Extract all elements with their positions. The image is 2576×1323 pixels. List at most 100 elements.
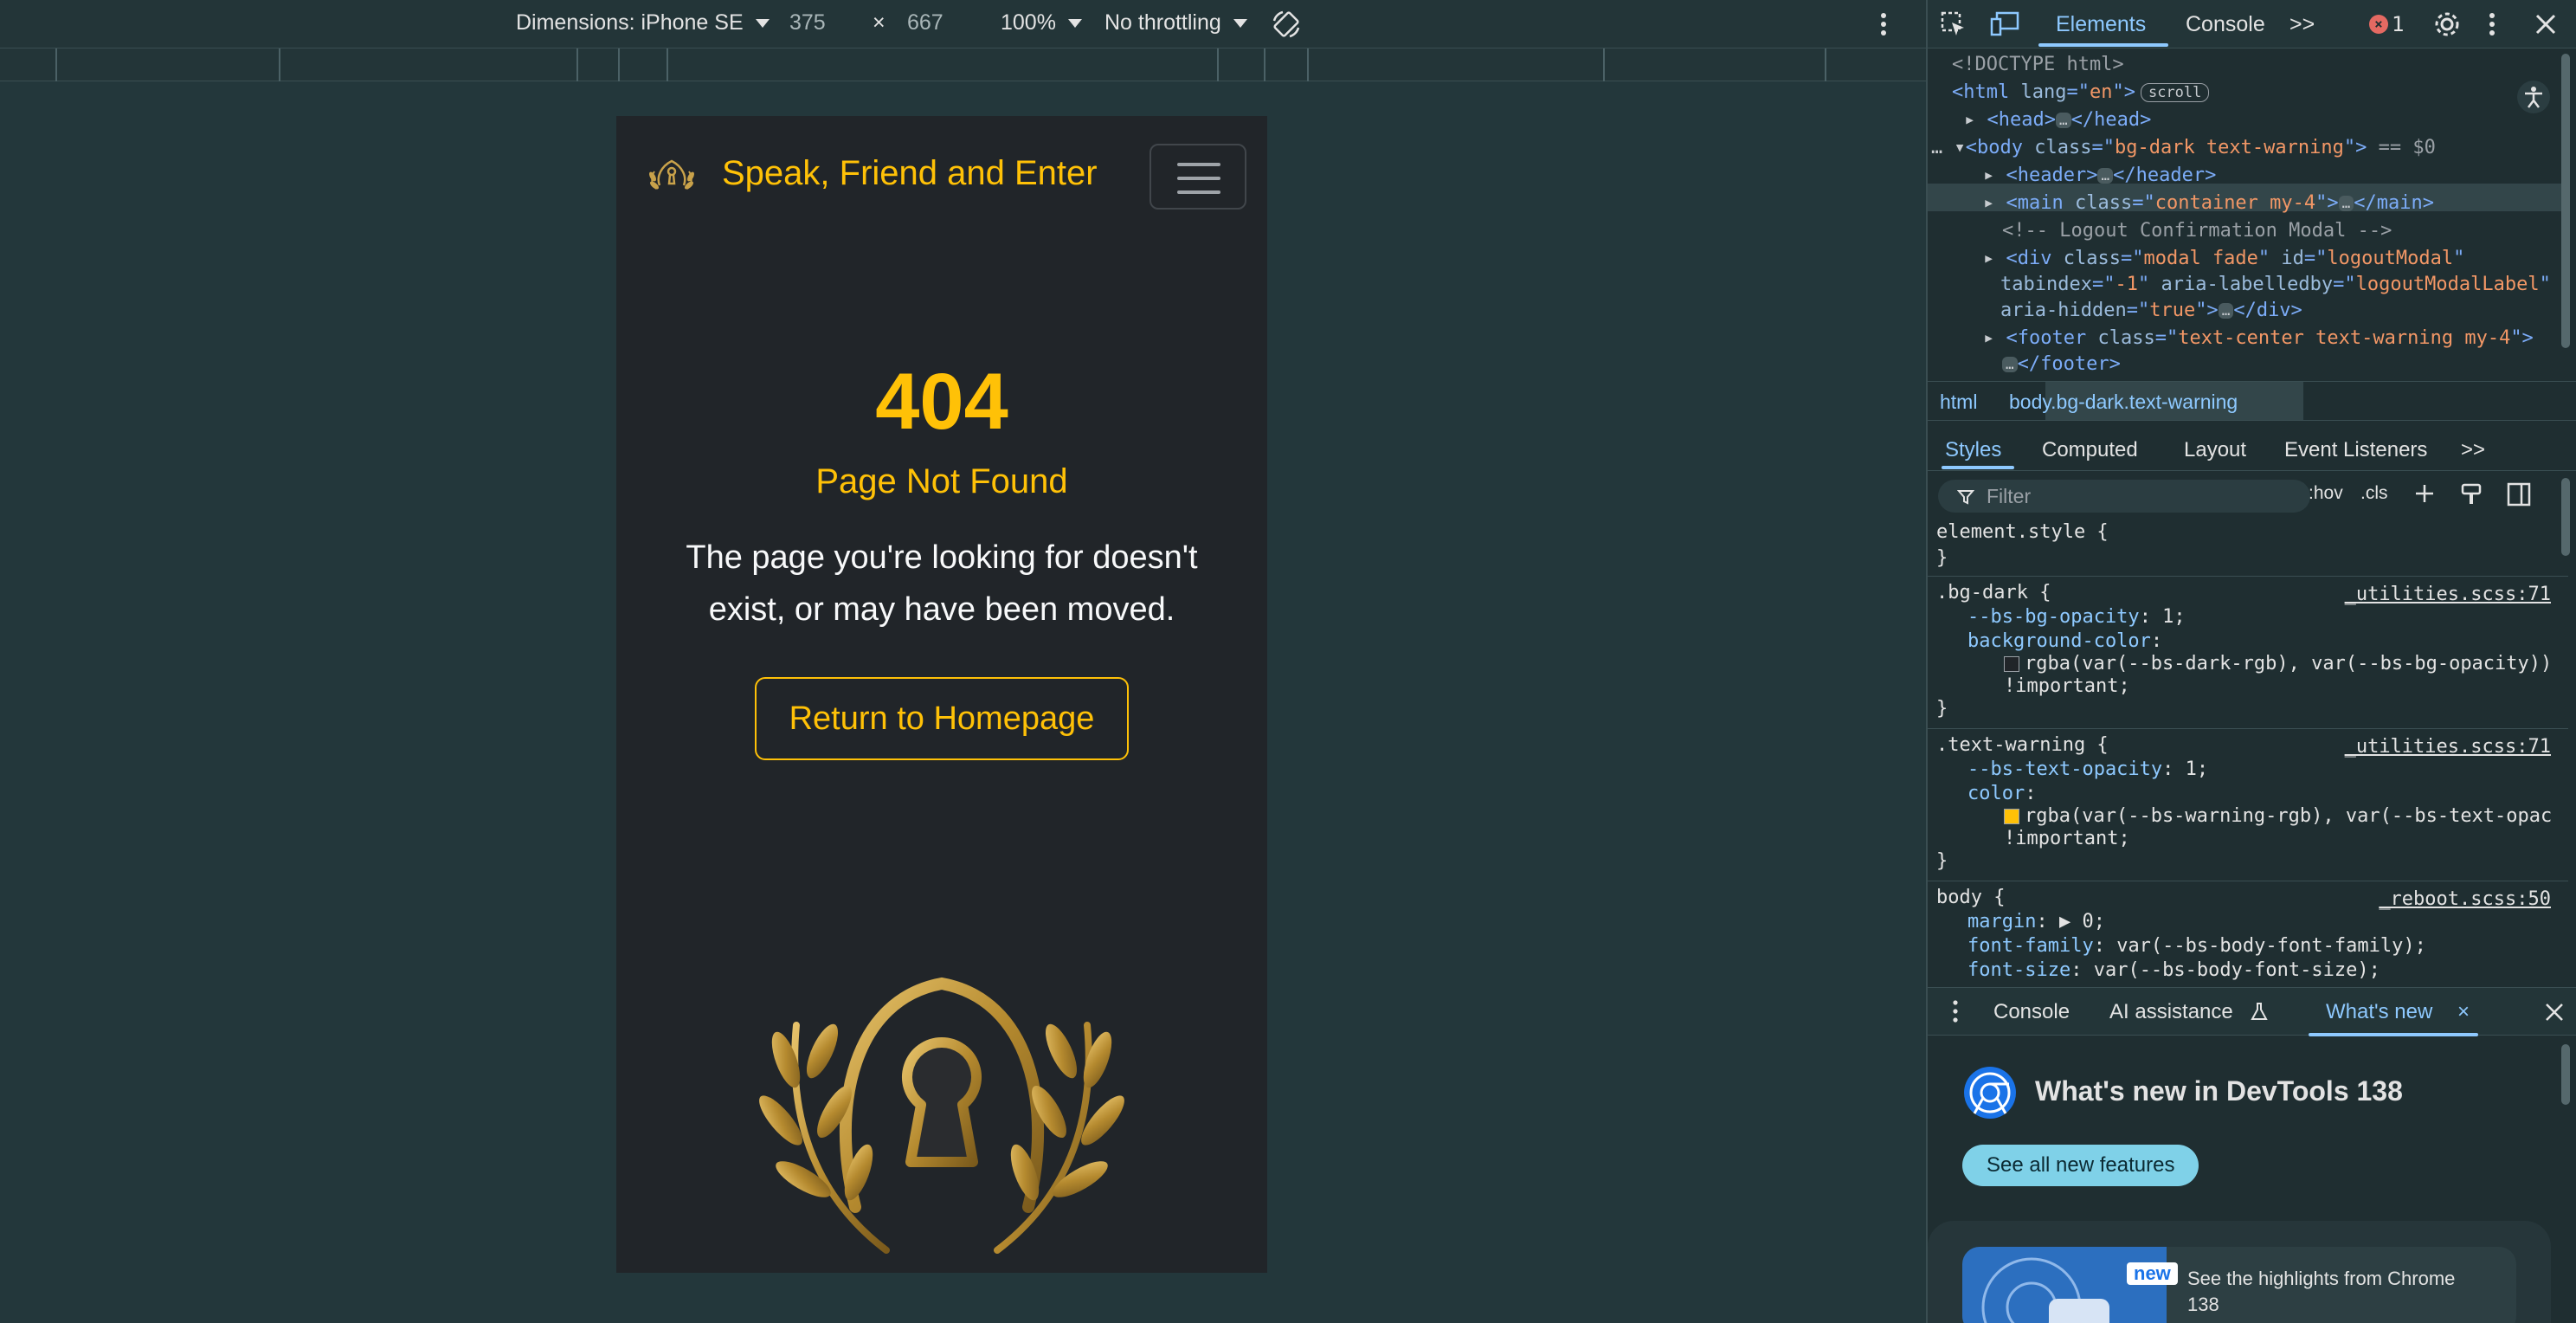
hamburger-bar: [1177, 177, 1220, 180]
breadcrumb-body[interactable]: body.bg-dark.text-warning: [2009, 390, 2238, 414]
highlights-text: See the highlights from Chrome 138: [2187, 1268, 2456, 1315]
attr-name: class: [2086, 327, 2155, 349]
dom-line-main[interactable]: ▸ <main class="container my-4">… </main>: [1983, 192, 2434, 214]
see-all-features-button[interactable]: See all new features: [1962, 1145, 2199, 1186]
error-message: The page you're looking for doesn't exis…: [686, 539, 1198, 628]
tab-console[interactable]: Console: [2186, 12, 2265, 37]
accessibility-icon[interactable]: [2516, 80, 2551, 114]
dom-line-comment[interactable]: <!-- Logout Confirmation Modal -->: [2002, 220, 2392, 242]
tag-text: </main>: [2354, 192, 2435, 214]
css-property[interactable]: color:: [1967, 783, 2036, 804]
property-name: --bs-text-opacity: [1967, 758, 2163, 780]
chevron-down-icon: [1067, 18, 1082, 28]
more-vertical-icon[interactable]: [1877, 10, 1890, 38]
more-tabs-button[interactable]: >>: [2289, 12, 2315, 37]
color-swatch[interactable]: [2004, 809, 2019, 824]
rule-source-link[interactable]: _utilities.scss:71: [2345, 584, 2551, 605]
drawer-tab-console[interactable]: Console: [1993, 1000, 2070, 1024]
comment-text: <!-- Logout Confirmation Modal -->: [2002, 220, 2392, 242]
drawer-tab-ai-assistance[interactable]: AI assistance: [2109, 1000, 2233, 1024]
css-property-value-line: rgba(var(--bs-warning-rgb), var(--bs-tex…: [2004, 805, 2552, 827]
close-drawer-icon[interactable]: [2544, 1002, 2565, 1023]
styles-filter-input[interactable]: Filter: [1938, 480, 2310, 513]
dom-line-header[interactable]: ▸ <header>… </header>: [1983, 165, 2216, 186]
color-swatch[interactable]: [2004, 656, 2019, 672]
collapsed-ellipsis-icon[interactable]: …: [2055, 113, 2071, 128]
dom-line-html[interactable]: <html lang="en"> scroll: [1952, 81, 2210, 103]
width-input[interactable]: 375: [789, 10, 826, 35]
brand-name[interactable]: Speak, Friend and Enter: [722, 154, 1098, 193]
zoom-label: 100%: [1001, 10, 1056, 35]
more-subtabs-button[interactable]: >>: [2461, 438, 2485, 462]
dom-line-modal-div[interactable]: ▸ <div class="modal fade" id="logoutModa…: [1983, 248, 2464, 269]
css-property[interactable]: font-size: var(--bs-body-font-size);: [1967, 959, 2380, 981]
dom-scrollbar[interactable]: [2561, 54, 2570, 348]
paint-brush-icon[interactable]: [2459, 481, 2485, 507]
more-vertical-icon[interactable]: [2485, 10, 2499, 38]
tab-elements[interactable]: Elements: [2056, 12, 2146, 37]
zoom-dropdown[interactable]: 100%: [1001, 10, 1082, 35]
scroll-badge[interactable]: scroll: [2140, 83, 2210, 102]
collapsed-ellipsis-icon[interactable]: …: [2002, 357, 2018, 372]
rotate-icon[interactable]: [1271, 9, 1302, 40]
styles-subtabs: Styles Computed Layout Event Listeners >…: [1928, 428, 2576, 471]
css-property[interactable]: background-color:: [1967, 630, 2162, 652]
add-rule-icon[interactable]: [2412, 481, 2438, 507]
rule-source-link[interactable]: _reboot.scss:50: [2379, 888, 2551, 910]
subtab-active-indicator: [1942, 466, 2014, 469]
tag-text: ">: [2112, 81, 2135, 103]
property-value: :: [2025, 783, 2037, 804]
close-whats-new-tab-icon[interactable]: ×: [2457, 1000, 2470, 1024]
css-property[interactable]: font-family: var(--bs-body-font-family);: [1967, 935, 2426, 957]
tab-styles[interactable]: Styles: [1945, 438, 2001, 462]
rule-selector[interactable]: body {: [1936, 887, 2005, 908]
important-flag: !important;: [2004, 675, 2130, 697]
dimensions-dropdown[interactable]: Dimensions: iPhone SE: [516, 10, 770, 35]
tag-text: <div: [2006, 248, 2052, 269]
device-toggle-icon[interactable]: [1990, 10, 2021, 38]
collapsed-ellipsis-icon[interactable]: …: [2338, 196, 2354, 211]
rule-source-link[interactable]: _utilities.scss:71: [2345, 736, 2551, 758]
tab-computed[interactable]: Computed: [2042, 438, 2138, 462]
css-property[interactable]: --bs-text-opacity: 1;: [1967, 758, 2208, 780]
keyhole-laurel-logo-icon[interactable]: [647, 151, 699, 199]
drawer-tab-whats-new[interactable]: What's new: [2326, 1000, 2432, 1024]
dom-line-head[interactable]: ▸ <head>… </head>: [1964, 109, 2151, 131]
highlights-card[interactable]: new See the highlights from Chrome 138: [1962, 1247, 2516, 1323]
rule-close: }: [1936, 850, 1948, 872]
property-name: font-size: [1967, 959, 2071, 981]
chrome-graphic-icon: [1981, 1257, 2109, 1323]
property-value: rgba(var(--bs-warning-rgb), var(--bs-tex…: [2025, 805, 2553, 827]
property-value: : 1;: [2139, 606, 2186, 628]
dom-line-footer[interactable]: ▸ <footer class="text-center text-warnin…: [1983, 327, 2534, 349]
css-property[interactable]: margin: ▶ 0;: [1967, 911, 2105, 933]
inspect-element-icon[interactable]: [1940, 10, 1967, 38]
rule-selector[interactable]: .text-warning {: [1936, 734, 2109, 756]
dom-line-body[interactable]: … ▾<body class="bg-dark text-warning"> =…: [1931, 137, 2436, 158]
close-devtools-icon[interactable]: [2532, 10, 2560, 38]
error-count-badge[interactable]: × 1: [2369, 12, 2404, 36]
dimensions-label: Dimensions: iPhone SE: [516, 10, 744, 35]
more-vertical-icon[interactable]: [1950, 998, 1961, 1024]
collapsed-ellipsis-icon[interactable]: …: [2097, 168, 2114, 184]
breadcrumb-html[interactable]: html: [1940, 390, 1977, 414]
hover-state-toggle[interactable]: :hov: [2309, 483, 2343, 504]
class-toggle[interactable]: .cls: [2360, 483, 2388, 504]
menu-toggle-button[interactable]: [1150, 144, 1246, 210]
settings-gear-icon[interactable]: [2433, 10, 2461, 38]
tab-layout[interactable]: Layout: [2184, 438, 2246, 462]
whats-new-scrollbar[interactable]: [2561, 1044, 2570, 1105]
toggle-sidebar-icon[interactable]: [2506, 481, 2532, 507]
css-property[interactable]: --bs-bg-opacity: 1;: [1967, 606, 2186, 628]
height-input[interactable]: 667: [907, 10, 943, 35]
throttling-dropdown[interactable]: No throttling: [1104, 10, 1247, 35]
highlights-thumbnail: [1962, 1247, 2167, 1323]
rule-selector[interactable]: element.style {: [1936, 521, 2109, 543]
rule-selector[interactable]: .bg-dark {: [1936, 582, 2051, 603]
tab-event-listeners[interactable]: Event Listeners: [2284, 438, 2427, 462]
return-home-button[interactable]: Return to Homepage: [755, 677, 1129, 760]
dom-line-doctype[interactable]: <!DOCTYPE html>: [1952, 54, 2124, 75]
collapsed-ellipsis-icon[interactable]: …: [2218, 303, 2234, 319]
error-code: 404: [875, 358, 1008, 446]
styles-scrollbar[interactable]: [2561, 478, 2570, 556]
